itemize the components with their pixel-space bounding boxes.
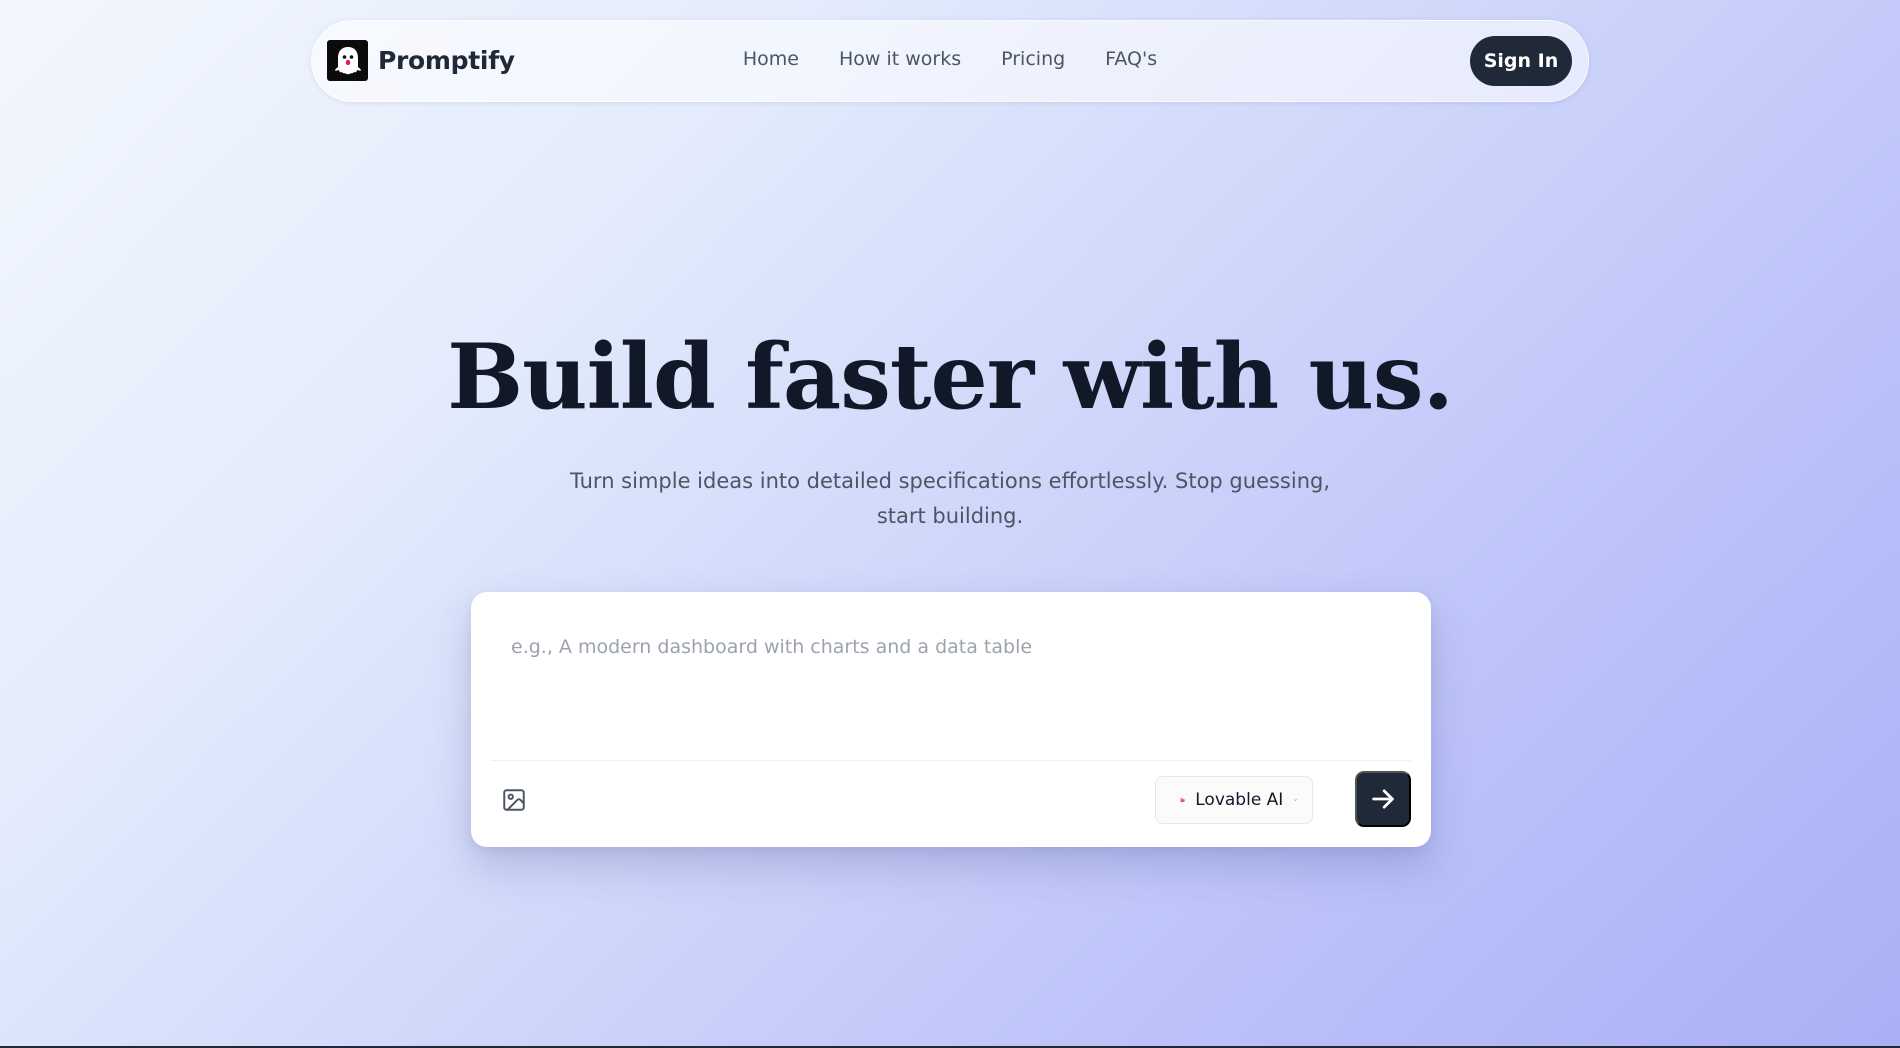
model-label: Lovable AI [1195, 790, 1284, 810]
nav-link-faqs[interactable]: FAQ's [1105, 48, 1157, 70]
image-upload-button[interactable] [498, 784, 530, 816]
prompt-input[interactable] [471, 592, 1431, 760]
lovable-heart-icon [1180, 797, 1185, 803]
model-select[interactable]: Lovable AI [1155, 776, 1313, 824]
image-icon [503, 789, 525, 811]
ghost-icon [327, 40, 368, 81]
navbar: Promptify Home How it works Pricing FAQ'… [311, 20, 1589, 102]
arrow-right-icon [1372, 789, 1394, 809]
brand[interactable]: Promptify [327, 40, 515, 81]
send-button[interactable] [1355, 771, 1411, 827]
nav-link-how-it-works[interactable]: How it works [839, 48, 961, 70]
chevron-down-icon [1294, 799, 1298, 801]
brand-name: Promptify [378, 46, 515, 75]
nav-link-pricing[interactable]: Pricing [1001, 48, 1065, 70]
prompt-card: Lovable AI [471, 592, 1431, 847]
hero-title: Build faster with us. [447, 324, 1454, 430]
sign-in-button[interactable]: Sign In [1470, 36, 1572, 86]
card-divider [491, 760, 1411, 761]
nav-link-home[interactable]: Home [743, 48, 799, 70]
hero-subtitle: Turn simple ideas into detailed specific… [569, 469, 1331, 528]
